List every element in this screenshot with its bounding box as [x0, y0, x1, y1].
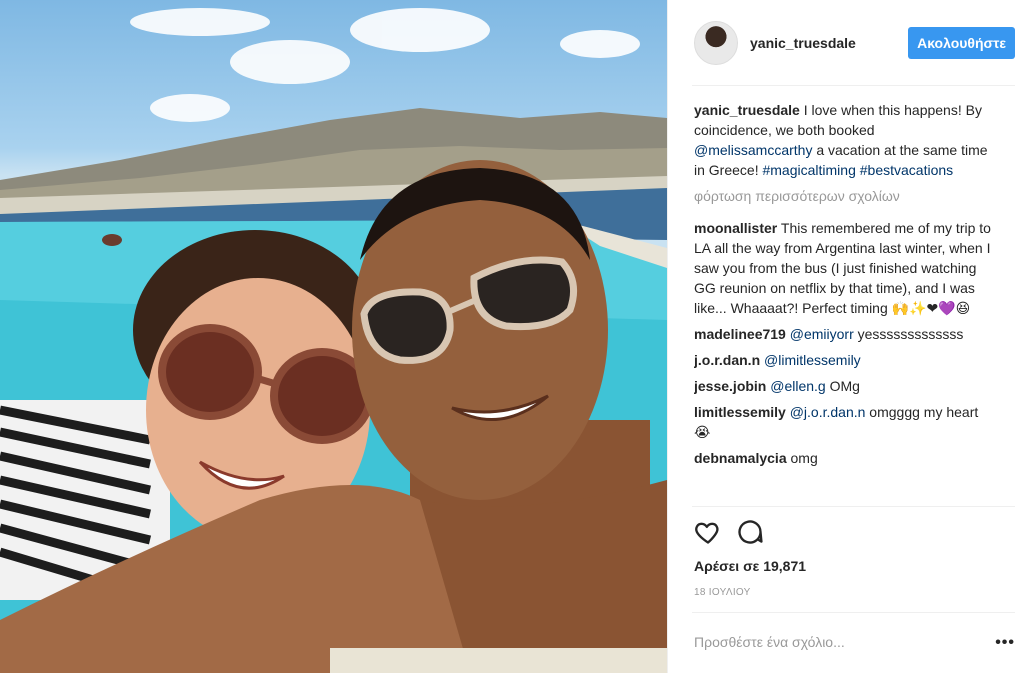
comment-item: j.o.r.dan.n @limitlessemily [694, 350, 994, 370]
action-icons [694, 518, 764, 546]
caption-username[interactable]: yanic_truesdale [694, 102, 800, 118]
caption-hashtag[interactable]: #magicaltiming [762, 162, 855, 178]
comment-text: yesssssssssssss [853, 326, 964, 342]
comment-mention[interactable]: @limitlessemily [764, 352, 861, 368]
comment-item: limitlessemily @j.o.r.dan.n omgggg my he… [694, 402, 994, 442]
photo-illustration [0, 8, 667, 673]
post-side-panel: yanic_truesdale Ακολουθήστε yanic_truesd… [667, 0, 1024, 673]
post-photo[interactable] [0, 0, 667, 673]
follow-button[interactable]: Ακολουθήστε [908, 27, 1015, 59]
caption: yanic_truesdale I love when this happens… [694, 100, 994, 180]
post-date[interactable]: 18 ΙΟΥΛΙΟΥ [694, 587, 751, 598]
comments-list[interactable]: yanic_truesdale I love when this happens… [694, 100, 994, 510]
comment-username[interactable]: j.o.r.dan.n [694, 352, 760, 368]
caption-hashtag[interactable]: #bestvacations [860, 162, 953, 178]
comment-username[interactable]: moonallister [694, 220, 777, 236]
comment-username[interactable]: debnamalycia [694, 450, 787, 466]
header-username[interactable]: yanic_truesdale [750, 35, 908, 51]
speech-bubble-icon[interactable] [736, 518, 764, 546]
comment-mention[interactable]: @j.o.r.dan.n [790, 404, 866, 420]
add-comment-input[interactable] [694, 634, 954, 650]
caption-mention[interactable]: @melissamccarthy [694, 142, 812, 158]
post-header: yanic_truesdale Ακολουθήστε [668, 0, 1024, 86]
heart-outline-icon[interactable] [694, 518, 722, 546]
comment-username[interactable]: madelinee719 [694, 326, 786, 342]
comment-mention[interactable]: @ellen.g [770, 378, 825, 394]
comment-item: debnamalycia omg [694, 448, 994, 468]
add-comment-bar: ••• [668, 612, 1024, 673]
comment-item: madelinee719 @emiiyorr yesssssssssssss [694, 324, 994, 344]
comment-text: OMg [825, 378, 860, 394]
avatar[interactable] [694, 21, 738, 65]
comment-item: jesse.jobin @ellen.g OMg [694, 376, 994, 396]
comment-mention[interactable]: @emiiyorr [790, 326, 854, 342]
comment-username[interactable]: jesse.jobin [694, 378, 766, 394]
ellipsis-icon[interactable]: ••• [995, 634, 1015, 652]
comment-username[interactable]: limitlessemily [694, 404, 786, 420]
comment-item: moonallister This remembered me of my tr… [694, 218, 994, 318]
comment-text: omg [786, 450, 818, 466]
load-more-comments-link[interactable]: φόρτωση περισσότερων σχολίων [694, 186, 994, 206]
likes-count[interactable]: Αρέσει σε 19,871 [694, 558, 806, 574]
